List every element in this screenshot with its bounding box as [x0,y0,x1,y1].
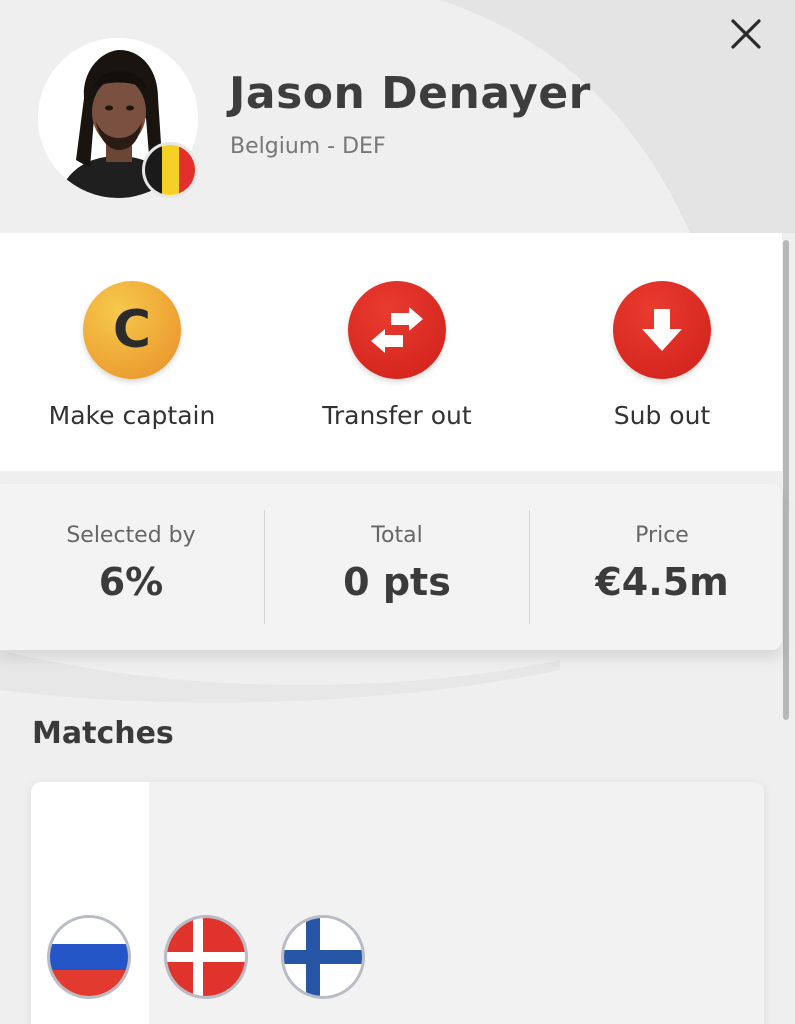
stat-total-points: Total 0 pts [343,523,451,604]
make-captain-label: Make captain [48,401,216,430]
close-icon [731,19,761,49]
belgium-flag-icon [142,142,198,198]
finland-flag-icon[interactable] [281,915,365,999]
matches-card[interactable] [31,782,764,1024]
russia-flag-icon[interactable] [47,915,131,999]
transfer-out-button[interactable]: Transfer out [287,281,507,430]
player-header: Jason Denayer Belgium - DEF [0,0,795,233]
stat-divider [264,510,265,624]
player-detail-page: Jason Denayer Belgium - DEF C Make capta… [0,0,795,1024]
player-country-position: Belgium - DEF [230,134,386,159]
transfer-out-label: Transfer out [322,401,472,430]
transfer-arrows-icon [348,281,446,379]
sub-out-button[interactable]: Sub out [552,281,772,430]
denmark-flag-icon[interactable] [164,915,248,999]
close-button[interactable] [724,12,768,56]
down-arrow-icon [613,281,711,379]
sub-out-label: Sub out [613,401,711,430]
matches-heading: Matches [32,716,174,751]
player-name: Jason Denayer [229,68,591,119]
captain-c-icon: C [83,281,181,379]
stat-price: Price €4.5m [595,523,729,604]
make-captain-button[interactable]: C Make captain [22,281,242,430]
stat-selected-by: Selected by 6% [66,523,196,604]
player-stats-card: Selected by 6% Total 0 pts Price €4.5m [0,484,782,650]
player-actions-panel: C Make captain Transfer out Sub out [0,233,782,471]
stat-divider [529,510,530,624]
